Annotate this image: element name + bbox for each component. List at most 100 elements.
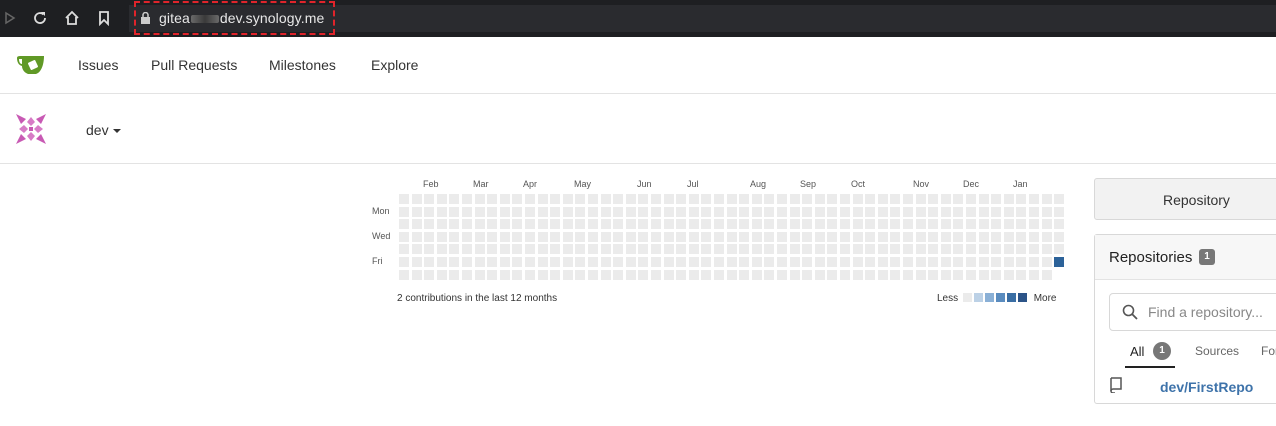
heatmap-cell[interactable] <box>789 269 800 280</box>
heatmap-cell[interactable] <box>676 206 687 217</box>
heatmap-cell[interactable] <box>1041 257 1052 267</box>
heatmap-cell[interactable] <box>814 219 825 230</box>
heatmap-cell[interactable] <box>701 257 712 267</box>
heatmap-cell[interactable] <box>449 194 460 204</box>
heatmap-cell[interactable] <box>449 219 460 230</box>
heatmap-cell[interactable] <box>928 269 939 280</box>
heatmap-cell[interactable] <box>1016 231 1027 242</box>
heatmap-cell[interactable] <box>953 206 964 217</box>
heatmap-cell[interactable] <box>663 257 674 267</box>
heatmap-cell[interactable] <box>663 194 674 204</box>
heatmap-cell[interactable] <box>865 269 876 280</box>
heatmap-cell[interactable] <box>701 194 712 204</box>
heatmap-cell[interactable] <box>487 219 498 230</box>
heatmap-cell[interactable] <box>575 206 586 217</box>
heatmap-cell[interactable] <box>877 219 888 230</box>
heatmap-cell[interactable] <box>877 194 888 204</box>
heatmap-cell[interactable] <box>651 244 661 255</box>
heatmap-cell[interactable] <box>726 269 737 280</box>
heatmap-cell[interactable] <box>436 206 447 217</box>
repo-search-input[interactable] <box>1146 303 1276 321</box>
heatmap-cell[interactable] <box>411 231 422 242</box>
heatmap-cell[interactable] <box>651 219 661 230</box>
heatmap-cell[interactable] <box>840 257 850 267</box>
heatmap-cell[interactable] <box>399 206 409 217</box>
heatmap-cell[interactable] <box>940 244 951 255</box>
heatmap-cell[interactable] <box>928 244 939 255</box>
heatmap-cell[interactable] <box>789 206 800 217</box>
heatmap-cell[interactable] <box>953 231 964 242</box>
heatmap-cell[interactable] <box>953 269 964 280</box>
heatmap-cell[interactable] <box>1003 269 1014 280</box>
heatmap-cell[interactable] <box>1016 194 1027 204</box>
heatmap-cell[interactable] <box>525 206 535 217</box>
heatmap-cell[interactable] <box>613 231 624 242</box>
heatmap-cell[interactable] <box>588 244 598 255</box>
heatmap-cell[interactable] <box>903 194 913 204</box>
heatmap-cell[interactable] <box>802 219 813 230</box>
heatmap-cell[interactable] <box>588 231 598 242</box>
heatmap-cell[interactable] <box>613 194 624 204</box>
heatmap-cell[interactable] <box>714 219 724 230</box>
heatmap-cell[interactable] <box>751 231 762 242</box>
heatmap-cell[interactable] <box>651 194 661 204</box>
heatmap-cell[interactable] <box>613 219 624 230</box>
avatar[interactable] <box>16 114 46 144</box>
heatmap-cell[interactable] <box>840 231 850 242</box>
heatmap-cell[interactable] <box>449 231 460 242</box>
heatmap-cell[interactable] <box>525 269 535 280</box>
heatmap-cell[interactable] <box>550 269 561 280</box>
heatmap-cell[interactable] <box>877 231 888 242</box>
heatmap-cell[interactable] <box>777 257 787 267</box>
heatmap-cell[interactable] <box>802 269 813 280</box>
heatmap-cell[interactable] <box>588 269 598 280</box>
heatmap-cell[interactable] <box>827 269 838 280</box>
heatmap-cell[interactable] <box>953 194 964 204</box>
tab-forks[interactable]: Forks <box>1261 344 1276 358</box>
heatmap-cell[interactable] <box>462 257 472 267</box>
heatmap-cell[interactable] <box>1041 194 1052 204</box>
heatmap-cell[interactable] <box>1016 257 1027 267</box>
heatmap-cell[interactable] <box>890 244 901 255</box>
heatmap-cell[interactable] <box>764 257 775 267</box>
heatmap-cell[interactable] <box>474 219 485 230</box>
heatmap-cell[interactable] <box>827 206 838 217</box>
heatmap-cell[interactable] <box>525 257 535 267</box>
heatmap-cell[interactable] <box>789 219 800 230</box>
heatmap-cell[interactable] <box>537 269 548 280</box>
heatmap-cell[interactable] <box>651 257 661 267</box>
heatmap-cell[interactable] <box>512 219 523 230</box>
heatmap-cell[interactable] <box>651 206 661 217</box>
heatmap-cell[interactable] <box>991 257 1002 267</box>
heatmap-cell[interactable] <box>877 206 888 217</box>
heatmap-cell[interactable] <box>638 257 649 267</box>
heatmap-cell[interactable] <box>865 219 876 230</box>
heatmap-cell[interactable] <box>940 219 951 230</box>
heatmap-cell[interactable] <box>1003 231 1014 242</box>
bookmark-icon[interactable] <box>96 10 112 26</box>
heatmap-cell[interactable] <box>940 231 951 242</box>
heatmap-cell[interactable] <box>966 219 976 230</box>
heatmap-cell[interactable] <box>1029 219 1039 230</box>
heatmap-cell[interactable] <box>600 231 611 242</box>
heatmap-cell[interactable] <box>449 269 460 280</box>
heatmap-cell[interactable] <box>701 244 712 255</box>
heatmap-cell[interactable] <box>436 244 447 255</box>
heatmap-cell[interactable] <box>663 231 674 242</box>
heatmap-cell[interactable] <box>663 206 674 217</box>
heatmap-cell[interactable] <box>688 219 699 230</box>
heatmap-cell[interactable] <box>399 231 409 242</box>
tab-all[interactable]: All <box>1130 344 1144 359</box>
heatmap-cell[interactable] <box>487 194 498 204</box>
heatmap-cell[interactable] <box>411 244 422 255</box>
heatmap-cell[interactable] <box>789 231 800 242</box>
heatmap-cell[interactable] <box>827 219 838 230</box>
heatmap-cell[interactable] <box>1041 244 1052 255</box>
heatmap-cell[interactable] <box>877 257 888 267</box>
heatmap-cell[interactable] <box>499 231 510 242</box>
heatmap-cell[interactable] <box>588 257 598 267</box>
heatmap-cell[interactable] <box>852 269 863 280</box>
heatmap-cell[interactable] <box>411 257 422 267</box>
heatmap-cell[interactable] <box>802 244 813 255</box>
heatmap-cell[interactable] <box>865 257 876 267</box>
